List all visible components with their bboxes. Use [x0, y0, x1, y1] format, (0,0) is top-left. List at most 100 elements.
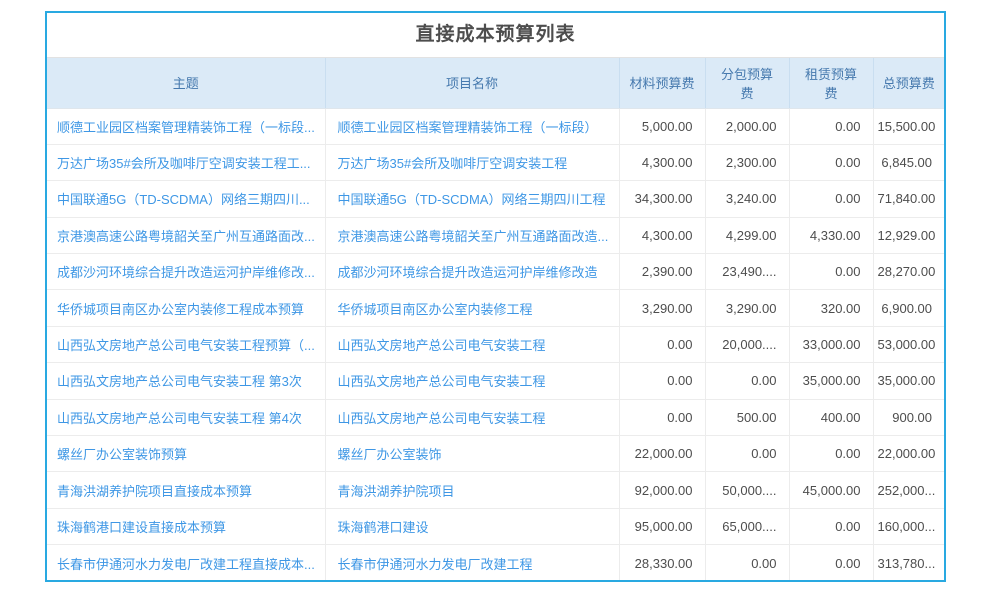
material-budget-cell: 3,290.00 — [619, 290, 705, 326]
project-cell: 山西弘文房地产总公司电气安装工程 — [325, 399, 619, 435]
material-budget-cell: 4,300.00 — [619, 144, 705, 180]
subject-link[interactable]: 青海洪湖养护院项目直接成本预算 — [57, 484, 252, 499]
project-cell: 中国联通5G（TD-SCDMA）网络三期四川工程 — [325, 181, 619, 217]
subject-cell: 山西弘文房地产总公司电气安装工程 第4次 — [47, 399, 325, 435]
project-link[interactable]: 长春市伊通河水力发电厂改建工程 — [338, 557, 533, 572]
project-cell: 螺丝厂办公室装饰 — [325, 436, 619, 472]
material-budget-cell: 4,300.00 — [619, 217, 705, 253]
subject-cell: 青海洪湖养护院项目直接成本预算 — [47, 472, 325, 508]
subcontract-budget-cell: 20,000.... — [705, 326, 789, 362]
subject-cell: 山西弘文房地产总公司电气安装工程预算（... — [47, 326, 325, 362]
project-link[interactable]: 中国联通5G（TD-SCDMA）网络三期四川工程 — [338, 192, 606, 207]
subject-link[interactable]: 成都沙河环境综合提升改造运河护岸维修改... — [57, 265, 315, 280]
project-cell: 珠海鹤港口建设 — [325, 508, 619, 544]
project-link[interactable]: 山西弘文房地产总公司电气安装工程 — [338, 338, 546, 353]
subcontract-budget-cell: 0.00 — [705, 436, 789, 472]
project-link[interactable]: 成都沙河环境综合提升改造运河护岸维修改造 — [338, 265, 598, 280]
table-row: 顺德工业园区档案管理精装饰工程（一标段... 顺德工业园区档案管理精装饰工程（一… — [47, 108, 944, 144]
table-row: 山西弘文房地产总公司电气安装工程预算（... 山西弘文房地产总公司电气安装工程 … — [47, 326, 944, 362]
column-header-material: 材料预算费 — [619, 58, 705, 108]
subject-link[interactable]: 华侨城项目南区办公室内装修工程成本预算 — [57, 302, 304, 317]
subject-link[interactable]: 万达广场35#会所及咖啡厅空调安装工程工... — [57, 156, 311, 171]
subject-cell: 成都沙河环境综合提升改造运河护岸维修改... — [47, 254, 325, 290]
lease-budget-cell: 0.00 — [789, 108, 873, 144]
lease-budget-cell: 0.00 — [789, 436, 873, 472]
subject-link[interactable]: 螺丝厂办公室装饰预算 — [57, 447, 187, 462]
lease-budget-cell: 45,000.00 — [789, 472, 873, 508]
subcontract-budget-cell: 4,299.00 — [705, 217, 789, 253]
table-row: 万达广场35#会所及咖啡厅空调安装工程工... 万达广场35#会所及咖啡厅空调安… — [47, 144, 944, 180]
total-budget-cell: 53,000.00 — [873, 326, 944, 362]
table-row: 长春市伊通河水力发电厂改建工程直接成本... 长春市伊通河水力发电厂改建工程 2… — [47, 545, 944, 581]
lease-budget-cell: 320.00 — [789, 290, 873, 326]
material-budget-cell: 34,300.00 — [619, 181, 705, 217]
material-budget-cell: 2,390.00 — [619, 254, 705, 290]
page-title: 直接成本预算列表 — [47, 13, 944, 58]
subject-link[interactable]: 顺德工业园区档案管理精装饰工程（一标段... — [57, 120, 315, 135]
total-budget-cell: 71,840.00 — [873, 181, 944, 217]
material-budget-cell: 0.00 — [619, 399, 705, 435]
subcontract-budget-cell: 0.00 — [705, 545, 789, 581]
column-header-subcontract: 分包预算 费 — [705, 58, 789, 108]
table-row: 山西弘文房地产总公司电气安装工程 第4次 山西弘文房地产总公司电气安装工程 0.… — [47, 399, 944, 435]
subject-cell: 珠海鹤港口建设直接成本预算 — [47, 508, 325, 544]
project-cell: 万达广场35#会所及咖啡厅空调安装工程 — [325, 144, 619, 180]
subcontract-budget-cell: 65,000.... — [705, 508, 789, 544]
project-link[interactable]: 万达广场35#会所及咖啡厅空调安装工程 — [338, 156, 568, 171]
subject-link[interactable]: 珠海鹤港口建设直接成本预算 — [57, 520, 226, 535]
material-budget-cell: 22,000.00 — [619, 436, 705, 472]
total-budget-cell: 160,000... — [873, 508, 944, 544]
subject-link[interactable]: 山西弘文房地产总公司电气安装工程 第4次 — [57, 411, 302, 426]
material-budget-cell: 95,000.00 — [619, 508, 705, 544]
project-link[interactable]: 螺丝厂办公室装饰 — [338, 447, 442, 462]
total-budget-cell: 28,270.00 — [873, 254, 944, 290]
material-budget-cell: 0.00 — [619, 363, 705, 399]
table-row: 螺丝厂办公室装饰预算 螺丝厂办公室装饰 22,000.00 0.00 0.00 … — [47, 436, 944, 472]
table-row: 成都沙河环境综合提升改造运河护岸维修改... 成都沙河环境综合提升改造运河护岸维… — [47, 254, 944, 290]
project-cell: 京港澳高速公路粤境韶关至广州互通路面改造... — [325, 217, 619, 253]
subcontract-budget-cell: 2,300.00 — [705, 144, 789, 180]
material-budget-cell: 5,000.00 — [619, 108, 705, 144]
lease-budget-cell: 400.00 — [789, 399, 873, 435]
budget-table: 主题 项目名称 材料预算费 分包预算 费 租赁预算 费 总预算费 顺德工业园区档… — [47, 58, 944, 581]
lease-budget-cell: 33,000.00 — [789, 326, 873, 362]
table-body: 顺德工业园区档案管理精装饰工程（一标段... 顺德工业园区档案管理精装饰工程（一… — [47, 108, 944, 581]
project-link[interactable]: 山西弘文房地产总公司电气安装工程 — [338, 411, 546, 426]
total-budget-cell: 35,000.00 — [873, 363, 944, 399]
subject-cell: 中国联通5G（TD-SCDMA）网络三期四川... — [47, 181, 325, 217]
subject-link[interactable]: 长春市伊通河水力发电厂改建工程直接成本... — [57, 557, 315, 572]
subject-link[interactable]: 山西弘文房地产总公司电气安装工程 第3次 — [57, 374, 302, 389]
project-link[interactable]: 京港澳高速公路粤境韶关至广州互通路面改造... — [338, 229, 609, 244]
material-budget-cell: 28,330.00 — [619, 545, 705, 581]
project-link[interactable]: 珠海鹤港口建设 — [338, 520, 429, 535]
project-cell: 成都沙河环境综合提升改造运河护岸维修改造 — [325, 254, 619, 290]
total-budget-cell: 22,000.00 — [873, 436, 944, 472]
subject-link[interactable]: 中国联通5G（TD-SCDMA）网络三期四川... — [57, 192, 310, 207]
total-budget-cell: 6,900.00 — [873, 290, 944, 326]
total-budget-cell: 900.00 — [873, 399, 944, 435]
subject-cell: 顺德工业园区档案管理精装饰工程（一标段... — [47, 108, 325, 144]
project-link[interactable]: 山西弘文房地产总公司电气安装工程 — [338, 374, 546, 389]
project-cell: 华侨城项目南区办公室内装修工程 — [325, 290, 619, 326]
lease-budget-cell: 0.00 — [789, 254, 873, 290]
subject-link[interactable]: 京港澳高速公路粤境韶关至广州互通路面改... — [57, 229, 315, 244]
subject-cell: 山西弘文房地产总公司电气安装工程 第3次 — [47, 363, 325, 399]
lease-budget-cell: 4,330.00 — [789, 217, 873, 253]
subject-cell: 华侨城项目南区办公室内装修工程成本预算 — [47, 290, 325, 326]
project-link[interactable]: 青海洪湖养护院项目 — [338, 484, 455, 499]
lease-budget-cell: 0.00 — [789, 144, 873, 180]
subcontract-budget-cell: 0.00 — [705, 363, 789, 399]
lease-budget-cell: 0.00 — [789, 508, 873, 544]
project-link[interactable]: 华侨城项目南区办公室内装修工程 — [338, 302, 533, 317]
project-link[interactable]: 顺德工业园区档案管理精装饰工程（一标段） — [338, 120, 598, 135]
total-budget-cell: 15,500.00 — [873, 108, 944, 144]
column-header-total: 总预算费 — [873, 58, 944, 108]
lease-budget-cell: 35,000.00 — [789, 363, 873, 399]
budget-list-card: 直接成本预算列表 主题 项目名称 材料预算费 分包预算 费 租赁预算 费 总预算… — [45, 11, 946, 582]
subcontract-budget-cell: 23,490.... — [705, 254, 789, 290]
lease-budget-cell: 0.00 — [789, 181, 873, 217]
subject-link[interactable]: 山西弘文房地产总公司电气安装工程预算（... — [57, 338, 315, 353]
table-row: 华侨城项目南区办公室内装修工程成本预算 华侨城项目南区办公室内装修工程 3,29… — [47, 290, 944, 326]
table-row: 青海洪湖养护院项目直接成本预算 青海洪湖养护院项目 92,000.00 50,0… — [47, 472, 944, 508]
subject-cell: 京港澳高速公路粤境韶关至广州互通路面改... — [47, 217, 325, 253]
